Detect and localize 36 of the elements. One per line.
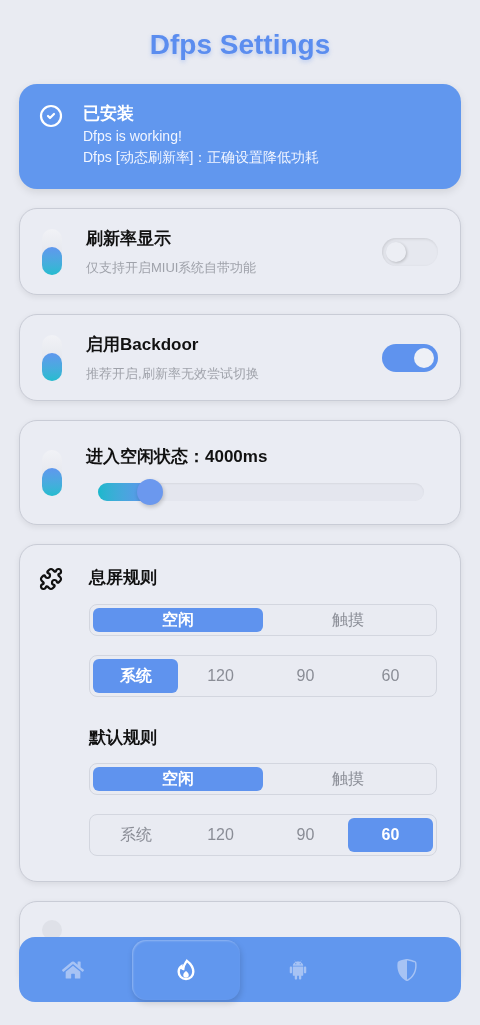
- indicator-icon: [42, 334, 62, 381]
- toggle-switch[interactable]: [382, 343, 438, 372]
- indicator-icon: [42, 228, 62, 275]
- setting-title: 进入空闲状态：4000ms: [86, 445, 269, 468]
- rule-title: 息屏规则: [89, 567, 158, 589]
- segment-option[interactable]: 60: [348, 658, 433, 693]
- segment-option[interactable]: 系统: [93, 658, 178, 693]
- segment-option[interactable]: 空闲: [93, 767, 263, 791]
- puzzle-icon: [39, 567, 63, 591]
- status-text: Dfps [动态刷新率]：正确设置降低功耗: [83, 148, 320, 167]
- segment-option[interactable]: 60: [348, 818, 433, 852]
- flame-icon: [174, 958, 197, 981]
- shield-icon: [395, 958, 418, 981]
- toggle-switch[interactable]: [382, 237, 438, 266]
- setting-title: 刷新率显示: [86, 228, 172, 250]
- status-title: 已安装: [83, 103, 135, 125]
- setting-title: 启用Backdoor: [86, 334, 200, 356]
- page-title: Dfps Settings: [149, 28, 331, 62]
- check-icon: [39, 104, 63, 128]
- segment-option[interactable]: 系统: [93, 818, 178, 852]
- rule-title: 默认规则: [89, 726, 158, 749]
- indicator-icon: [42, 449, 62, 496]
- segment-option[interactable]: 120: [178, 818, 263, 852]
- status-text: Dfps is working!: [83, 127, 183, 146]
- slider-thumb[interactable]: [137, 479, 164, 506]
- nav-tab[interactable]: [131, 939, 240, 1000]
- segment-option[interactable]: 90: [263, 818, 348, 852]
- setting-subtitle: 仅支持开启MIUI系统自带功能: [86, 258, 258, 277]
- segment-option[interactable]: 空闲: [93, 607, 263, 632]
- segment-option[interactable]: 90: [263, 658, 348, 693]
- segment-option[interactable]: 触摸: [263, 607, 433, 632]
- home-icon: [62, 958, 85, 981]
- setting-subtitle: 推荐开启,刷新率无效尝试切换: [86, 364, 260, 383]
- segment-option[interactable]: 120: [178, 658, 263, 693]
- segment-option[interactable]: 触摸: [263, 767, 433, 791]
- indicator-icon: [42, 920, 62, 940]
